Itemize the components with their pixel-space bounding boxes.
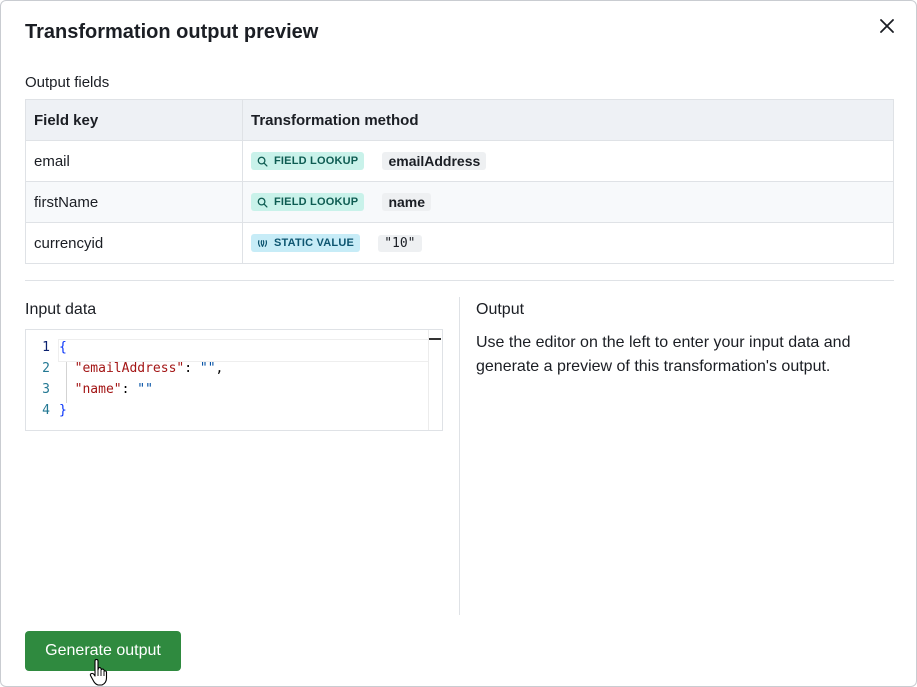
code-line: } — [59, 403, 428, 424]
search-icon — [257, 156, 268, 167]
column-header-transformation-method: Transformation method — [242, 99, 894, 141]
search-icon — [257, 197, 268, 208]
static-value-tag: STATIC VALUE — [251, 234, 361, 253]
input-data-editor[interactable]: 1 2 3 4 { "emailAddress": "", "name": ""… — [25, 329, 443, 431]
close-button[interactable] — [876, 15, 898, 37]
section-divider — [25, 280, 894, 281]
code-line: "name": "" — [59, 382, 428, 403]
code-token: : — [184, 361, 200, 376]
output-fields-label: Output fields — [25, 74, 110, 91]
field-key-cell: email — [25, 140, 243, 182]
method-cell: FIELD LOOKUP emailAddress — [242, 140, 894, 182]
method-label: STATIC VALUE — [274, 237, 355, 250]
input-data-label: Input data — [25, 301, 97, 318]
method-label: FIELD LOOKUP — [274, 155, 359, 168]
transformation-preview-dialog: Transformation output preview Output fie… — [0, 0, 917, 687]
code-line: { — [58, 339, 429, 362]
code-token: { — [59, 340, 67, 355]
code-token: , — [215, 361, 224, 376]
method-cell: FIELD LOOKUP name — [242, 181, 894, 223]
table-row: currencyid STATIC VALUE "10" — [25, 222, 894, 264]
table-header-row: Field key Transformation method — [25, 99, 894, 141]
hand-cursor-icon — [89, 659, 108, 686]
line-number: 2 — [42, 361, 50, 376]
line-number: 3 — [42, 382, 50, 397]
line-number-gutter: 1 2 3 4 — [26, 330, 56, 430]
column-header-field-key: Field key — [25, 99, 243, 141]
output-fields-table: Field key Transformation method email FI… — [25, 99, 894, 264]
field-lookup-tag: FIELD LOOKUP — [251, 193, 365, 212]
field-lookup-tag: FIELD LOOKUP — [251, 152, 365, 171]
code-line: "emailAddress": "", — [59, 361, 428, 382]
output-label: Output — [476, 301, 525, 318]
code-token: "" — [199, 361, 216, 376]
line-number: 4 — [42, 403, 50, 418]
code-token: : — [121, 382, 138, 397]
field-key-cell: currencyid — [25, 222, 243, 264]
method-label: FIELD LOOKUP — [274, 196, 359, 209]
method-value: name — [382, 193, 432, 212]
editor-scrollbar[interactable] — [428, 330, 442, 430]
field-key-cell: firstName — [25, 181, 243, 223]
code-token: "" — [137, 382, 153, 397]
code-token: "name" — [74, 382, 122, 397]
quote-icon — [257, 239, 268, 247]
output-description: Use the editor on the left to enter your… — [476, 334, 851, 375]
table-row: email FIELD LOOKUP emailAddress — [25, 140, 894, 182]
scroll-position-marker — [429, 338, 441, 340]
dialog-title: Transformation output preview — [25, 21, 319, 43]
method-value: emailAddress — [382, 152, 487, 171]
line-number: 1 — [42, 340, 50, 355]
method-cell: STATIC VALUE "10" — [242, 222, 894, 264]
table-row: firstName FIELD LOOKUP name — [25, 181, 894, 223]
code-token: "emailAddress" — [74, 361, 185, 376]
code-area[interactable]: { "emailAddress": "", "name": "" } — [58, 339, 429, 424]
method-value: "10" — [378, 234, 422, 252]
close-icon — [880, 19, 894, 33]
column-divider — [459, 297, 460, 615]
code-token: } — [59, 403, 67, 418]
